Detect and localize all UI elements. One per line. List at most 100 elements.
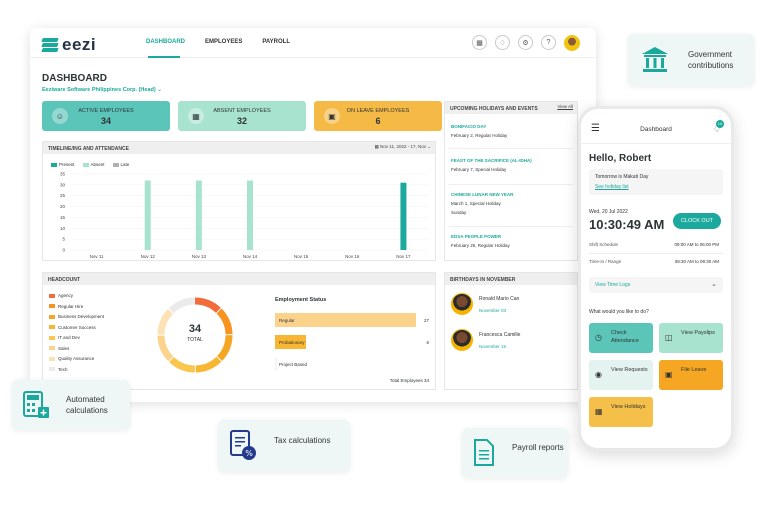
stat-active-employees[interactable]: ☺ ACTIVE EMPLOYEES 34	[42, 101, 170, 131]
legend-label: Tech	[58, 366, 68, 372]
total-employees: Total Employees 34	[389, 378, 429, 383]
help-icon[interactable]: ?	[541, 35, 556, 50]
birthdays-panel: BIRTHDAYS IN NOVEMBER Ronald Mario Can N…	[444, 272, 578, 390]
holidays-panel: UPCOMING HOLIDAYS AND EVENTS View All BO…	[444, 101, 578, 261]
donut-segment[interactable]	[157, 297, 233, 373]
status-bar-row[interactable]: Probationary 6	[275, 335, 431, 349]
headcount-legend-item: Regular Hire	[49, 304, 83, 309]
status-value: 6	[426, 339, 429, 345]
feature-label: Automated calculations	[66, 395, 108, 415]
legend-label: Customer Success	[58, 324, 96, 330]
range-label: Time-In / Range	[589, 259, 622, 264]
bar-present[interactable]	[400, 182, 407, 250]
nav-employees[interactable]: EMPLOYEES	[205, 39, 242, 45]
header-actions: ▦ ♢ ⚙ ?	[472, 35, 580, 51]
x-tick-label: Nov 15	[294, 254, 309, 259]
stat-on-leave-employees[interactable]: ▣ ON LEAVE EMPLOYEES 6	[314, 101, 442, 131]
view-all-link[interactable]: View All	[557, 104, 573, 109]
holidays-title: UPCOMING HOLIDAYS AND EVENTS	[450, 105, 538, 112]
action-label: View Requests	[611, 367, 648, 373]
headcount-legend-item: Sales	[49, 346, 69, 351]
donut-segment[interactable]	[157, 297, 233, 373]
holiday-date: February 2, Regular Holiday	[451, 133, 508, 138]
legend-label: IT and Dev	[58, 335, 80, 340]
notification-badge: 10	[716, 120, 724, 128]
legend-swatch	[49, 304, 55, 309]
feature-label: Tax calculations	[274, 436, 331, 445]
eezi-logo[interactable]: eezi	[41, 35, 97, 55]
view-holidays-button[interactable]: ▦ View Holidays	[589, 397, 653, 427]
bar-absent[interactable]	[144, 180, 151, 250]
view-requests-button[interactable]: ◉ View Requests	[589, 360, 653, 390]
range-value: 08:30 AM to 09:30 AM	[674, 259, 719, 264]
action-label: File Leave	[681, 367, 707, 373]
x-tick-label: Nov 14	[243, 254, 258, 259]
divider	[449, 226, 573, 227]
holiday-item: FEAST OF THE SACRIFICE (AL-IDHA) Februar…	[451, 158, 532, 172]
status-bar-row[interactable]: Project Based	[275, 357, 431, 371]
status-bar-row[interactable]: Regular 27	[275, 313, 431, 327]
view-payslips-button[interactable]: ◫ View Payslips	[659, 323, 723, 353]
holiday-extra: Sunday	[451, 210, 467, 215]
action-label: View Holidays	[611, 404, 646, 410]
company-selector[interactable]: Eeziware Software Philippines Corp. (Hea…	[42, 87, 162, 93]
y-tick-label: 15	[60, 215, 66, 220]
bell-icon[interactable]: ♢	[495, 35, 510, 50]
stat-value: 6	[375, 116, 381, 126]
y-tick-label: 5	[62, 237, 65, 242]
donut-segment[interactable]	[157, 297, 233, 373]
current-time: 10:30:49 AM	[589, 217, 665, 232]
legend-label: Quality Assurance	[58, 356, 95, 361]
legend-swatch	[49, 325, 55, 330]
legend-swatch	[49, 293, 55, 298]
file-leave-button[interactable]: ▣ File Leave	[659, 360, 723, 390]
feature-label: Government contributions	[688, 50, 734, 70]
stat-absent-employees[interactable]: ▦ ABSENT EMPLOYEES 32	[178, 101, 306, 131]
legend-label: Regular Hire	[58, 303, 84, 309]
holiday-list-link[interactable]: See holiday list	[595, 184, 629, 190]
donut-segment[interactable]	[157, 297, 233, 373]
status-label: Regular	[279, 317, 295, 323]
donut-segment[interactable]	[157, 297, 233, 373]
status-bar	[275, 357, 277, 371]
stat-value: 32	[236, 116, 247, 126]
bar-absent[interactable]	[195, 180, 202, 250]
legend-swatch	[49, 335, 55, 340]
divider	[449, 184, 573, 185]
request-icon: ◉	[595, 370, 602, 379]
birthday-item[interactable]: Ronald Mario Can November 03	[451, 293, 519, 315]
money-icon: ◫	[665, 333, 673, 342]
clock-icon: ◷	[595, 333, 602, 342]
holiday-name: CHINESE LUNAR NEW YEAR	[451, 192, 514, 197]
calculator-icon	[23, 391, 49, 418]
holiday-date: March 1, Special Holiday	[451, 201, 501, 206]
bar-absent[interactable]	[247, 180, 253, 250]
clock-out-button[interactable]: CLOCK OUT	[673, 213, 721, 229]
donut-segment[interactable]	[157, 297, 233, 373]
greeting: Hello, Robert	[589, 153, 652, 164]
nav-payroll[interactable]: PAYROLL	[262, 39, 290, 45]
shift-label: Shift Schedule	[589, 242, 619, 247]
gear-icon[interactable]: ⚙	[518, 35, 533, 50]
feature-tax-calculations: % Tax calculations	[218, 420, 350, 472]
birthday-item[interactable]: Francesca Camille November 15	[451, 329, 520, 351]
donut-segment[interactable]	[157, 297, 233, 373]
status-bar	[275, 313, 416, 327]
holiday-date: February 25, Regular Holiday	[451, 243, 510, 248]
holiday-item: CHINESE LUNAR NEW YEAR March 1, Special …	[451, 192, 513, 215]
legend-swatch	[49, 356, 55, 361]
nav-dashboard[interactable]: DASHBOARD	[146, 39, 185, 45]
view-time-logs-row[interactable]: View Time Logs ⌄	[589, 277, 723, 293]
user-avatar[interactable]	[564, 35, 580, 51]
legend-label: Agency	[58, 293, 74, 298]
status-label: Project Based	[279, 361, 308, 367]
holiday-name: FEAST OF THE SACRIFICE (AL-IDHA)	[451, 158, 532, 163]
birthday-name: Francesca Camille	[479, 331, 521, 338]
calendar-icon[interactable]: ▦	[472, 35, 487, 50]
donut-segment[interactable]	[157, 297, 233, 373]
y-tick-label: 10	[60, 226, 66, 231]
x-tick-label: Nov 13	[192, 254, 207, 259]
check-attendance-button[interactable]: ◷ Check Attendance	[589, 323, 653, 353]
legend-swatch	[49, 346, 55, 351]
logo-text: eezi	[62, 35, 97, 54]
